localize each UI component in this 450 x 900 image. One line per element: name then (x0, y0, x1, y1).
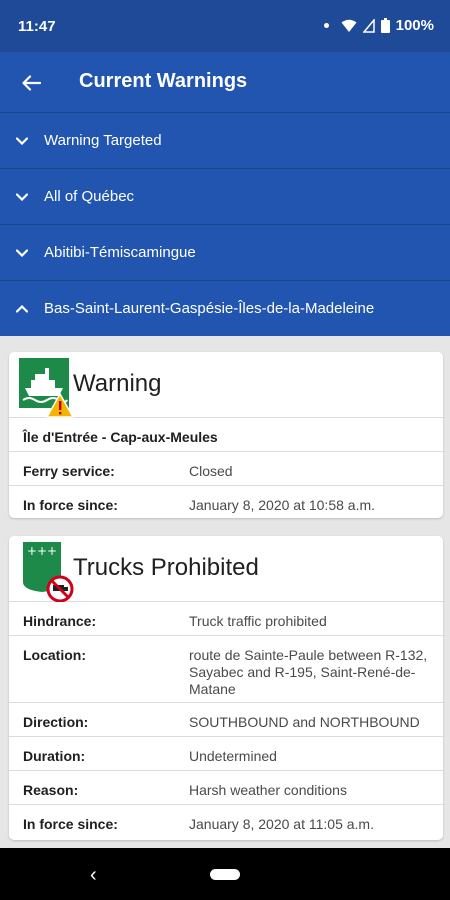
chevron-down-icon (12, 243, 32, 263)
detail-row: Duration: Undetermined (9, 737, 443, 771)
row-value: Harsh weather conditions (189, 782, 347, 798)
back-button[interactable] (14, 66, 48, 100)
row-label: Ferry service: (23, 463, 115, 479)
system-nav-bar: ‹ (0, 848, 450, 900)
chevron-up-icon (12, 299, 32, 319)
section-abitibi-temiscamingue[interactable]: Abitibi-Témiscamingue (0, 224, 450, 280)
detail-row: In force since: January 8, 2020 at 11:05… (9, 805, 443, 839)
chevron-down-icon (12, 187, 32, 207)
location-text: Île d'Entrée - Cap-aux-Meules (23, 429, 218, 445)
section-label: Abitibi-Témiscamingue (44, 244, 196, 261)
back-arrow-icon (22, 75, 41, 91)
wifi-icon (341, 19, 357, 32)
detail-row: Hindrance: Truck traffic prohibited (9, 602, 443, 636)
detail-row: Direction: SOUTHBOUND and NORTHBOUND (9, 703, 443, 737)
warning-card[interactable]: Warning Île d'Entrée - Cap-aux-Meules Fe… (9, 352, 443, 518)
detail-row: In force since: January 8, 2020 at 10:58… (9, 486, 443, 518)
row-label: Direction: (23, 714, 89, 730)
section-label: Bas-Saint-Laurent-Gaspésie-Îles-de-la-Ma… (44, 300, 375, 317)
status-bar: 11:47 100% (0, 0, 450, 52)
row-value: route de Sainte-Paule between R-132, Say… (189, 647, 428, 697)
card-header: +++ Trucks Prohibited (9, 536, 443, 602)
location-row: Île d'Entrée - Cap-aux-Meules (9, 418, 443, 452)
status-time: 11:47 (18, 18, 56, 35)
section-warning-targeted[interactable]: Warning Targeted (0, 112, 450, 168)
card-header: Warning (9, 352, 443, 418)
chevron-down-icon (12, 131, 32, 151)
battery-icon (380, 18, 390, 33)
section-bas-saint-laurent[interactable]: Bas-Saint-Laurent-Gaspésie-Îles-de-la-Ma… (0, 280, 450, 336)
row-value: Truck traffic prohibited (189, 613, 327, 629)
nav-back-icon[interactable]: ‹ (90, 864, 97, 887)
cell-signal-icon (362, 18, 375, 33)
row-label: In force since: (23, 497, 118, 513)
row-value: SOUTHBOUND and NORTHBOUND (189, 714, 420, 730)
row-label: Hindrance: (23, 613, 97, 629)
row-label: Reason: (23, 782, 79, 798)
nav-home-pill[interactable] (210, 869, 240, 880)
card-title: Trucks Prohibited (73, 554, 259, 581)
row-label: In force since: (23, 816, 118, 832)
section-all-of-quebec[interactable]: All of Québec (0, 168, 450, 224)
row-value: January 8, 2020 at 11:05 a.m. (189, 816, 374, 832)
page-title: Current Warnings (79, 70, 248, 92)
trucks-prohibited-card[interactable]: +++ Trucks Prohibited Hindrance: Truck t… (9, 536, 443, 840)
battery-percent: 100% (395, 17, 434, 34)
card-title: Warning (73, 370, 162, 397)
row-value: Undetermined (189, 748, 277, 764)
status-icons: 100% (323, 17, 434, 34)
row-label: Duration: (23, 748, 86, 764)
row-value: Closed (189, 463, 233, 479)
detail-row: Location: route de Sainte-Paule between … (9, 636, 443, 703)
app-bar: Current Warnings (0, 52, 450, 112)
row-label: Location: (23, 647, 86, 663)
section-label: Warning Targeted (44, 132, 162, 149)
section-label: All of Québec (44, 188, 135, 205)
svg-text:+++: +++ (27, 544, 57, 558)
detail-row: Reason: Harsh weather conditions (9, 771, 443, 805)
notification-dot-icon (323, 23, 329, 28)
row-value: January 8, 2020 at 10:58 a.m. (189, 497, 376, 513)
detail-row: Ferry service: Closed (9, 452, 443, 486)
